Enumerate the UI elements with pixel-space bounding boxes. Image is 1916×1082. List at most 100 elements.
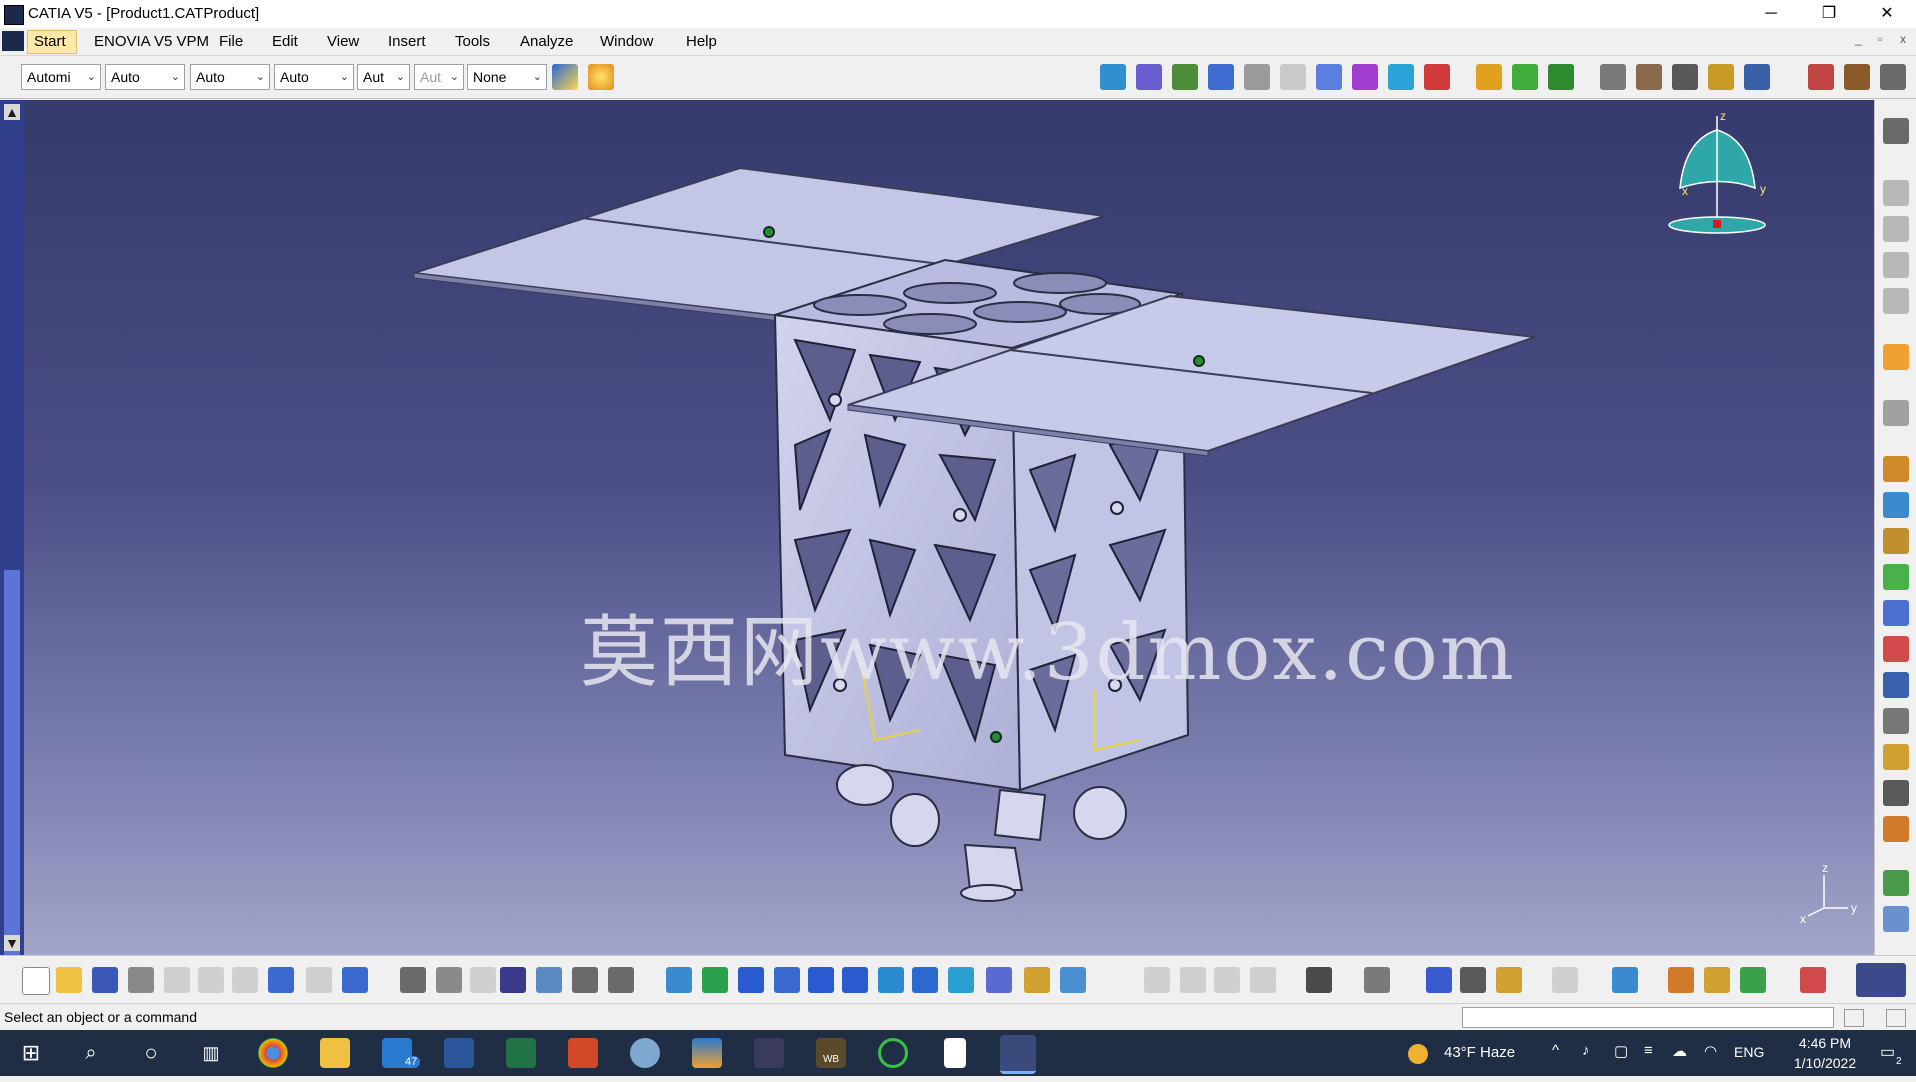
change-constraint-icon[interactable]	[1883, 528, 1909, 554]
print-icon[interactable]	[128, 967, 154, 993]
menu-tools[interactable]: Tools	[455, 33, 490, 50]
menu-analyze[interactable]: Analyze	[520, 33, 573, 50]
catalog-edit-icon[interactable]	[1883, 816, 1909, 842]
publication-icon[interactable]	[1883, 744, 1909, 770]
rendering-style-combo[interactable]: Aut ⌄	[414, 64, 464, 90]
clash-icon[interactable]	[1600, 64, 1626, 90]
task-view-icon[interactable]: ▥	[196, 1038, 226, 1068]
redo-icon[interactable]	[306, 967, 332, 993]
plane-icon[interactable]	[1612, 967, 1638, 993]
grid-icon[interactable]	[1800, 967, 1826, 993]
mdi-minimize-button[interactable]: _	[1855, 32, 1862, 46]
layer-combo[interactable]: None ⌄	[467, 64, 547, 90]
menu-enovia[interactable]: ENOVIA V5 VPM	[94, 33, 209, 50]
distance-icon[interactable]	[1672, 64, 1698, 90]
line-type-combo[interactable]: Auto ⌄	[274, 64, 354, 90]
weather-text[interactable]: 43°F Haze	[1444, 1044, 1515, 1061]
generate-numbering-icon[interactable]	[1316, 64, 1342, 90]
color-icon[interactable]	[1740, 967, 1766, 993]
offset-constraint-icon[interactable]	[1883, 252, 1909, 278]
new-component-icon[interactable]	[1100, 64, 1126, 90]
undo-icon[interactable]	[268, 967, 294, 993]
inertia-icon[interactable]	[1744, 64, 1770, 90]
replace-component-icon[interactable]	[1244, 64, 1270, 90]
search-icon[interactable]: ⌕	[76, 1038, 106, 1068]
catia-app-icon[interactable]	[4, 5, 24, 25]
knowledge-advisor-icon[interactable]	[436, 967, 462, 993]
catia-taskbar-icon[interactable]	[1000, 1035, 1036, 1074]
apply-material-icon[interactable]	[1668, 967, 1694, 993]
move-icon[interactable]	[1883, 564, 1909, 590]
chrome-icon[interactable]	[258, 1038, 288, 1068]
app-icon[interactable]	[878, 1038, 908, 1068]
close-button[interactable]: ✕	[1858, 0, 1916, 28]
menu-file[interactable]: File	[219, 33, 243, 50]
wifi-icon[interactable]: ◠	[1704, 1042, 1717, 1060]
menu-help[interactable]: Help	[686, 33, 717, 50]
word-icon[interactable]	[444, 1038, 474, 1068]
color-combo[interactable]: Automi ⌄	[21, 64, 101, 90]
manipulation-icon[interactable]	[1476, 64, 1502, 90]
explode-icon[interactable]	[1548, 64, 1574, 90]
status-button-icon[interactable]	[1886, 1009, 1906, 1027]
pan-icon[interactable]	[738, 967, 764, 993]
tree-expansion-icon[interactable]	[1364, 967, 1390, 993]
transparency-combo[interactable]: Auto ⌄	[105, 64, 185, 90]
product-icon[interactable]	[1883, 870, 1909, 896]
menu-edit[interactable]: Edit	[272, 33, 298, 50]
ime-icon[interactable]: ≡	[1644, 1042, 1653, 1059]
copy-icon[interactable]	[198, 967, 224, 993]
snap-icon[interactable]	[1512, 64, 1538, 90]
wb-icon[interactable]: WB	[816, 1038, 846, 1068]
catalog-browser-icon[interactable]	[1883, 780, 1909, 806]
reuse-pattern-icon[interactable]	[1883, 492, 1909, 518]
clock-time[interactable]: 4:46 PM	[1780, 1035, 1870, 1051]
law-icon[interactable]	[470, 967, 496, 993]
scenes-icon[interactable]	[1844, 64, 1870, 90]
fly-mode-icon[interactable]	[666, 967, 692, 993]
structure-icon[interactable]	[536, 967, 562, 993]
restore-button[interactable]: ❐	[1800, 0, 1858, 28]
flexible-rigid-icon[interactable]	[1883, 636, 1909, 662]
speaker-icon[interactable]: ♪	[1582, 1042, 1590, 1059]
save-management-icon[interactable]	[1883, 672, 1909, 698]
catalog-icon[interactable]	[572, 967, 598, 993]
join-icon[interactable]	[1180, 967, 1206, 993]
angle-constraint-icon[interactable]	[1883, 288, 1909, 314]
part-icon[interactable]	[1883, 906, 1909, 932]
split-icon[interactable]	[1144, 967, 1170, 993]
zoom-in-icon[interactable]	[808, 967, 834, 993]
copy-properties-icon[interactable]	[1214, 967, 1240, 993]
bill-of-material-icon[interactable]	[1883, 708, 1909, 734]
assembly-features-icon[interactable]	[1883, 118, 1909, 144]
hide-show-icon[interactable]	[1024, 967, 1050, 993]
formula-icon[interactable]	[400, 967, 426, 993]
paste-properties-icon[interactable]	[1250, 967, 1276, 993]
multi-view-icon[interactable]	[912, 967, 938, 993]
status-button-icon[interactable]	[1844, 1009, 1864, 1027]
annotations-icon[interactable]	[1880, 64, 1906, 90]
new-part-icon[interactable]	[1172, 64, 1198, 90]
menu-window[interactable]: Window	[600, 33, 653, 50]
notepad-icon[interactable]	[944, 1038, 966, 1068]
tray-chevron-icon[interactable]: ^	[1552, 1042, 1559, 1059]
selective-load-icon[interactable]	[1352, 64, 1378, 90]
measure-icon[interactable]	[1708, 64, 1734, 90]
graphic-properties-icon[interactable]	[588, 64, 614, 90]
whats-this-icon[interactable]	[342, 967, 368, 993]
painter-icon[interactable]	[552, 64, 578, 90]
catia-menu-icon[interactable]	[2, 31, 24, 51]
isometric-view-icon[interactable]	[948, 967, 974, 993]
clock-date[interactable]: 1/10/2022	[1780, 1055, 1870, 1071]
zoom-out-icon[interactable]	[842, 967, 868, 993]
graph-tree-reordering-icon[interactable]	[1280, 64, 1306, 90]
scroll-down-icon[interactable]: ▼	[4, 935, 20, 951]
camera-icon[interactable]: ▢	[1614, 1042, 1628, 1060]
fix-component-icon[interactable]	[1883, 400, 1909, 426]
contact-constraint-icon[interactable]	[1883, 216, 1909, 242]
mdi-close-button[interactable]: x	[1900, 32, 1906, 46]
normal-view-icon[interactable]	[878, 967, 904, 993]
line-thickness-combo[interactable]: Auto ⌄	[190, 64, 270, 90]
new-product-icon[interactable]	[1136, 64, 1162, 90]
update-all-icon[interactable]	[1552, 967, 1578, 993]
